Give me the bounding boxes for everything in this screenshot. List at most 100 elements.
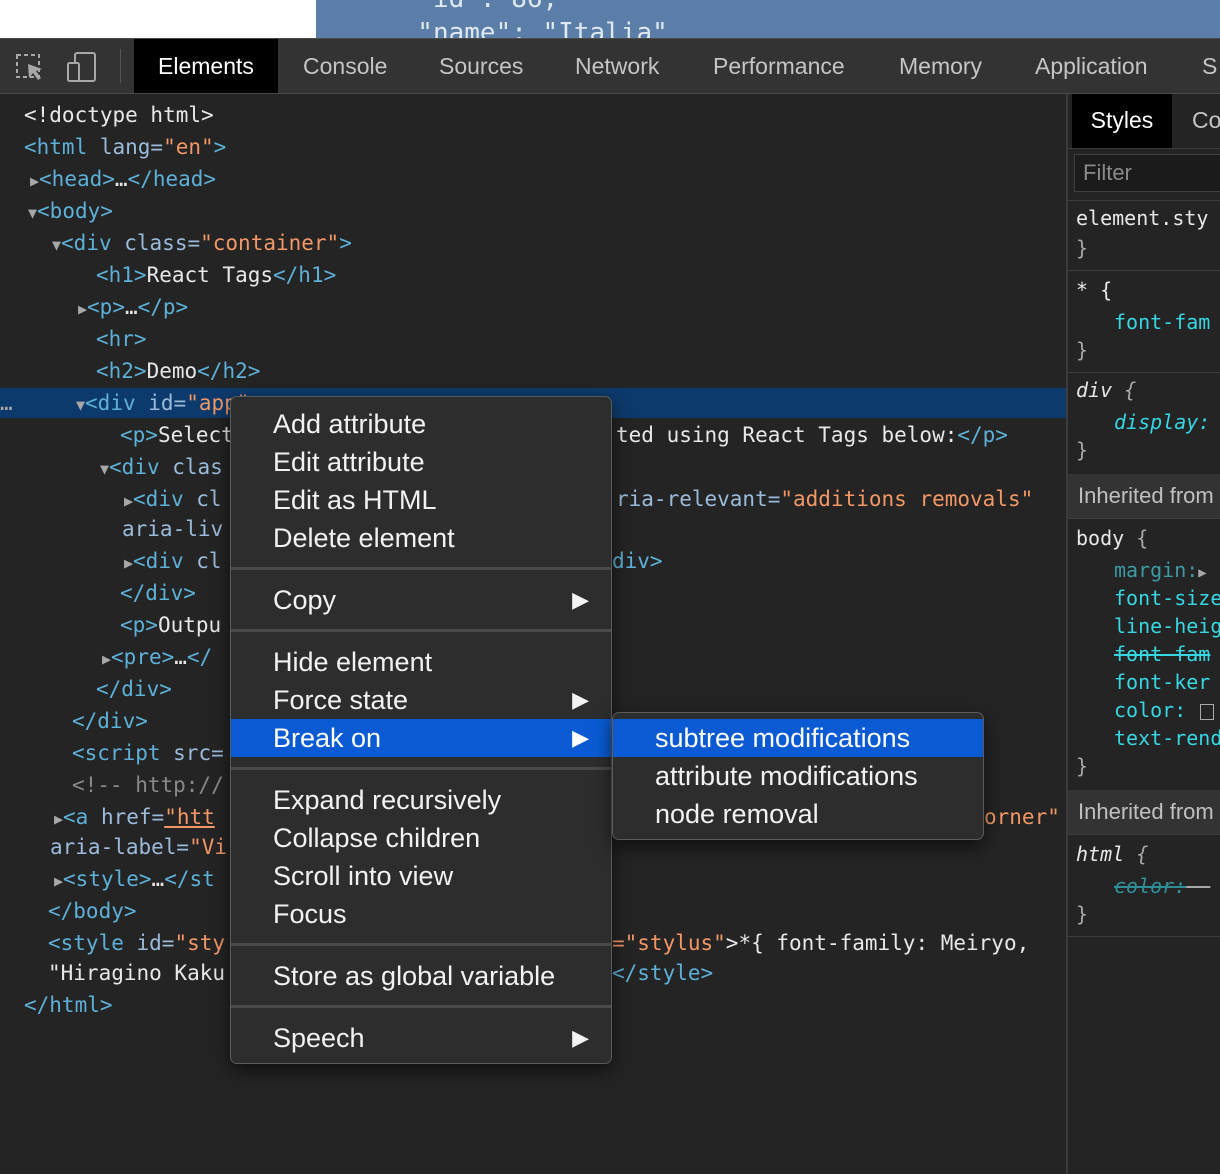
css-property-overridden[interactable]: font-fam bbox=[1114, 640, 1210, 668]
menu-item-label: Force state bbox=[273, 685, 409, 715]
dom-node-anchor[interactable]: ▶<a href="htt bbox=[54, 802, 215, 832]
dom-node-close-div[interactable]: </div> bbox=[120, 578, 196, 608]
tab-sources[interactable]: Sources bbox=[439, 39, 523, 93]
divider bbox=[1068, 936, 1220, 937]
rule-html[interactable]: html { bbox=[1076, 840, 1148, 868]
css-property[interactable]: color: bbox=[1114, 696, 1215, 724]
expand-triangle-icon[interactable]: ▶ bbox=[124, 492, 133, 510]
dom-node-search-div[interactable]: ▶<div cl bbox=[124, 546, 222, 576]
tab-security[interactable]: S bbox=[1202, 39, 1217, 93]
tab-elements[interactable]: Elements bbox=[134, 39, 278, 93]
dom-node-close-style: </style> bbox=[612, 961, 714, 985]
expand-triangle-icon[interactable]: ▶ bbox=[78, 300, 87, 318]
rule-body[interactable]: body { bbox=[1076, 524, 1148, 552]
styles-filter-input[interactable]: Filter bbox=[1074, 154, 1220, 192]
tab-console[interactable]: Console bbox=[303, 39, 387, 93]
menu-item-collapse-children[interactable]: Collapse children bbox=[231, 819, 611, 857]
dom-node-close-div[interactable]: </div> bbox=[72, 706, 148, 736]
dom-node-selected-div[interactable]: ▶<div cl bbox=[124, 484, 222, 514]
css-property[interactable]: margin:▶ bbox=[1114, 556, 1207, 584]
collapse-triangle-icon[interactable]: ▼ bbox=[28, 204, 37, 222]
menu-divider bbox=[231, 1005, 611, 1008]
menu-item-break-on[interactable]: Break on ▶ bbox=[231, 719, 611, 757]
dom-node-body[interactable]: ▼<body> bbox=[28, 196, 113, 226]
rule-universal[interactable]: * { bbox=[1076, 276, 1112, 304]
divider bbox=[1068, 518, 1220, 519]
divider bbox=[1068, 372, 1220, 373]
css-property[interactable]: display: bbox=[1114, 408, 1210, 436]
dom-node-pre[interactable]: ▶<pre>…</ bbox=[102, 642, 212, 672]
css-property[interactable]: font-ker bbox=[1114, 668, 1210, 696]
menu-item-edit-attribute[interactable]: Edit attribute bbox=[231, 443, 611, 481]
expand-triangle-icon[interactable]: ▶ bbox=[54, 872, 63, 890]
tab-network[interactable]: Network bbox=[575, 39, 659, 93]
css-property[interactable]: font-size bbox=[1114, 584, 1220, 612]
dom-node-style-stylus[interactable]: <style id="sty bbox=[48, 928, 225, 958]
menu-item-label: Speech bbox=[273, 1023, 365, 1053]
expand-triangle-icon[interactable]: ▶ bbox=[102, 650, 111, 668]
color-swatch-icon[interactable] bbox=[1200, 703, 1215, 720]
menu-item-copy[interactable]: Copy ▶ bbox=[231, 581, 611, 619]
dom-node-doctype[interactable]: <!doctype html> bbox=[24, 100, 214, 130]
dom-node-html[interactable]: <html lang="en"> bbox=[24, 132, 226, 162]
dom-node-app-div[interactable]: ▼<div id="app" bbox=[76, 388, 249, 418]
inherited-header: Inherited from bbox=[1068, 790, 1220, 834]
tab-computed[interactable]: Co bbox=[1192, 94, 1220, 146]
menu-item-label: Break on bbox=[273, 723, 382, 753]
menu-item-store-global[interactable]: Store as global variable bbox=[231, 957, 611, 995]
dom-node-close-body[interactable]: </body> bbox=[48, 896, 137, 926]
dom-node-h2[interactable]: <h2>Demo</h2> bbox=[96, 356, 260, 386]
dom-node-style-stylus-tail: ="stylus">*{ font-family: Meiryo, bbox=[612, 931, 1030, 955]
css-property[interactable]: font-fam bbox=[1114, 308, 1210, 336]
dom-node-close-div[interactable]: </div> bbox=[96, 674, 172, 704]
inspect-element-icon[interactable] bbox=[12, 49, 48, 85]
collapse-triangle-icon[interactable]: ▼ bbox=[52, 236, 61, 254]
submenu-item-subtree-modifications[interactable]: subtree modifications bbox=[613, 719, 983, 757]
rule-div[interactable]: div { bbox=[1076, 376, 1136, 404]
menu-item-hide-element[interactable]: Hide element bbox=[231, 643, 611, 681]
submenu-arrow-icon: ▶ bbox=[572, 725, 589, 750]
menu-item-focus[interactable]: Focus bbox=[231, 895, 611, 933]
dom-node-p-select-tail: ted using React Tags below:</p> bbox=[616, 423, 1008, 447]
tab-performance[interactable]: Performance bbox=[713, 39, 845, 93]
menu-item-force-state[interactable]: Force state ▶ bbox=[231, 681, 611, 719]
css-property-overridden[interactable]: color: – bbox=[1114, 872, 1210, 900]
dom-node-p[interactable]: ▶<p>…</p> bbox=[78, 292, 188, 322]
expand-triangle-icon[interactable]: ▶ bbox=[54, 810, 63, 828]
menu-item-expand-recursively[interactable]: Expand recursively bbox=[231, 781, 611, 819]
collapse-triangle-icon[interactable]: ▼ bbox=[100, 460, 109, 478]
dom-node-head[interactable]: ▶<head>…</head> bbox=[30, 164, 216, 194]
dom-node-h1[interactable]: <h1>React Tags</h1> bbox=[96, 260, 336, 290]
dom-node-close-html[interactable]: </html> bbox=[24, 990, 113, 1020]
dom-node-container[interactable]: ▼<div class="container"> bbox=[52, 228, 352, 258]
dom-node-react-tags-div[interactable]: ▼<div clas bbox=[100, 452, 223, 482]
menu-item-delete-element[interactable]: Delete element bbox=[231, 519, 611, 557]
css-property[interactable]: line-heig bbox=[1114, 612, 1220, 640]
rule-element-style[interactable]: element.sty bbox=[1076, 204, 1208, 232]
dom-node-p-output[interactable]: <p>Outpu bbox=[120, 610, 221, 640]
collapse-triangle-icon[interactable]: ▼ bbox=[76, 396, 85, 414]
device-toolbar-icon[interactable] bbox=[64, 49, 100, 85]
menu-item-scroll-into-view[interactable]: Scroll into view bbox=[231, 857, 611, 895]
dom-node-p-select[interactable]: <p>Select bbox=[120, 420, 234, 450]
submenu-item-attribute-modifications[interactable]: attribute modifications bbox=[613, 757, 983, 795]
dom-node-style-font: "Hiragino Kaku bbox=[48, 961, 226, 985]
dom-node-comment[interactable]: <!-- http:// bbox=[72, 770, 224, 800]
menu-item-edit-as-html[interactable]: Edit as HTML bbox=[231, 481, 611, 519]
expand-triangle-icon[interactable]: ▶ bbox=[1198, 565, 1206, 581]
tab-styles[interactable]: Styles bbox=[1072, 94, 1172, 148]
submenu-item-node-removal[interactable]: node removal bbox=[613, 795, 983, 833]
expand-triangle-icon[interactable]: ▶ bbox=[30, 172, 39, 190]
dom-node-search-div-tail: div> bbox=[612, 549, 663, 573]
rule-brace: } bbox=[1076, 438, 1089, 462]
expand-triangle-icon[interactable]: ▶ bbox=[124, 554, 133, 572]
tab-memory[interactable]: Memory bbox=[899, 39, 982, 93]
menu-item-speech[interactable]: Speech ▶ bbox=[231, 1019, 611, 1057]
dom-node-style-inner[interactable]: ▶<style>…</st bbox=[54, 864, 215, 894]
tab-application[interactable]: Application bbox=[1035, 39, 1148, 93]
dom-node-hr[interactable]: <hr> bbox=[96, 324, 147, 354]
menu-item-add-attribute[interactable]: Add attribute bbox=[231, 405, 611, 443]
dom-node-more-dots[interactable]: … bbox=[0, 388, 13, 418]
dom-node-script[interactable]: <script src= bbox=[72, 738, 224, 768]
css-property[interactable]: text-rend bbox=[1114, 724, 1220, 752]
